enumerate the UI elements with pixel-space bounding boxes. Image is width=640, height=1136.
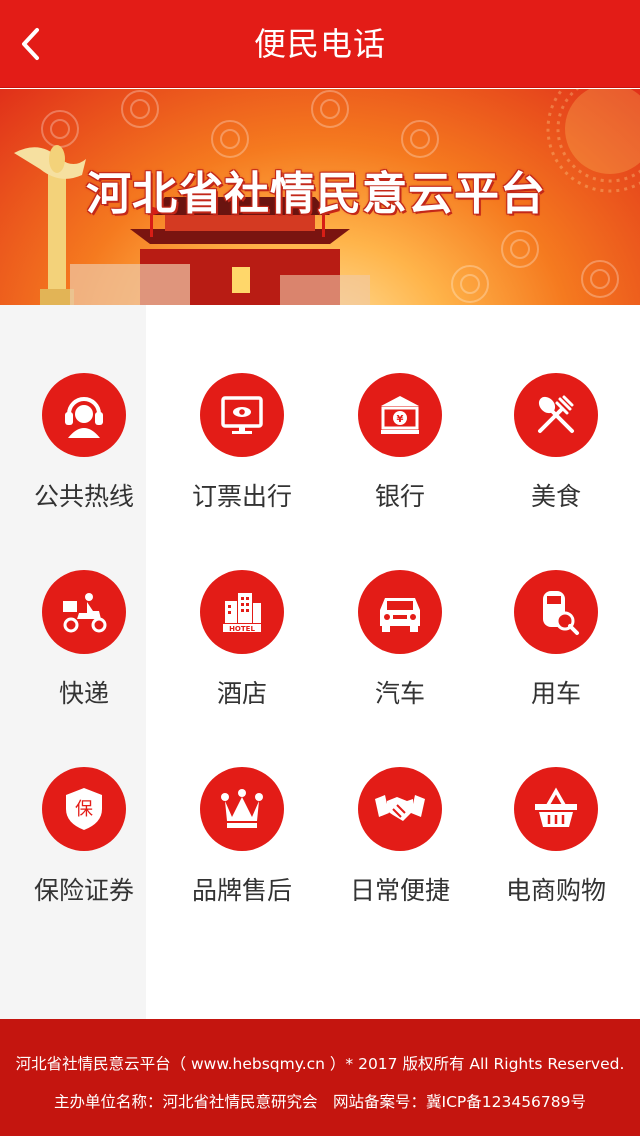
category-icon-circle: ¥ [358,373,442,457]
insurance-shield-icon: 保 [66,788,102,830]
headset-icon [65,397,103,438]
top-bar: 便民电话 [0,0,640,88]
footer-copyright: 河北省社情民意云平台（ www.hebsqmy.cn ）* 2017 版权所有 … [15,1055,625,1073]
category-public-hotline[interactable]: 公共热线 [14,373,154,543]
monitor-eye-icon [221,396,263,434]
hotel-icon: HOTEL [223,593,261,633]
category-label: 公共热线 [33,482,134,511]
category-icon-circle [358,570,442,654]
category-hotel[interactable]: HOTEL 酒店 [172,570,312,740]
svg-text:¥: ¥ [397,414,404,425]
category-icon-circle [514,570,598,654]
category-icon-circle [200,767,284,851]
category-label: 保险证券 [33,876,134,905]
category-ecommerce[interactable]: 电商购物 [486,767,626,937]
crown-icon [221,789,263,828]
category-car-rental[interactable]: 用车 [486,570,626,740]
category-label: 订票出行 [191,482,292,511]
category-label: 银行 [374,482,425,511]
svg-text:HOTEL: HOTEL [229,625,255,633]
category-label: 电商购物 [505,876,606,905]
category-icon-circle [514,767,598,851]
category-insurance[interactable]: 保 保险证券 [14,767,154,937]
category-auto[interactable]: 汽车 [330,570,470,740]
category-icon-circle [42,373,126,457]
footer: 河北省社情民意云平台（ www.hebsqmy.cn ）* 2017 版权所有 … [0,1019,640,1136]
category-icon-circle [514,373,598,457]
shopping-basket-icon [535,787,577,827]
category-icon-circle [200,373,284,457]
bank-icon: ¥ [381,396,419,434]
category-label: 汽车 [374,679,425,708]
svg-text:保: 保 [75,799,93,820]
car-search-icon [543,591,579,635]
category-daily-convenience[interactable]: 日常便捷 [330,767,470,937]
category-express[interactable]: 快递 [14,570,154,740]
category-icon-circle: 保 [42,767,126,851]
category-icon-circle [42,570,126,654]
category-label: 日常便捷 [349,876,450,905]
category-ticket-travel[interactable]: 订票出行 [172,373,312,543]
category-label: 品牌售后 [191,876,292,905]
delivery-scooter-icon [63,593,107,633]
banner: 河北省社情民意云平台 [0,89,640,305]
spoon-fork-icon [538,395,574,433]
category-label: 酒店 [216,679,267,708]
page-title: 便民电话 [253,25,386,63]
footer-registration: 主办单位名称：河北省社情民意研究会 网站备案号：冀ICP备123456789号 [54,1093,586,1111]
category-label: 快递 [58,679,109,708]
handshake-icon [375,795,425,821]
category-icon-circle [358,767,442,851]
car-icon [380,598,420,632]
banner-title: 河北省社情民意云平台 [86,167,547,220]
category-label: 美食 [530,482,581,511]
category-icon-circle: HOTEL [200,570,284,654]
category-label: 用车 [530,679,581,708]
category-bank[interactable]: ¥ 银行 [330,373,470,543]
category-brand-service[interactable]: 品牌售后 [172,767,312,937]
category-food[interactable]: 美食 [486,373,626,543]
